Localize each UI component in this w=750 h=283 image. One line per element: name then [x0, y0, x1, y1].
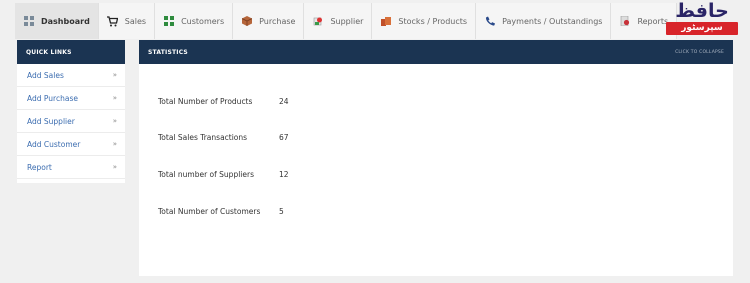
- stat-label: Total Number of Products: [158, 96, 253, 106]
- quick-links-title: QUICK LINKS: [17, 40, 125, 64]
- quick-link-label: Add Purchase: [27, 93, 78, 103]
- quick-link-add-sales[interactable]: Add Sales »: [17, 64, 125, 87]
- quick-link-label: Add Customer: [27, 139, 81, 149]
- quick-link-label: Report: [27, 162, 52, 172]
- tab-customers[interactable]: Customers: [155, 3, 234, 39]
- stat-row-customers: Total Number of Customers 5: [158, 206, 284, 216]
- reports-icon: [619, 16, 630, 27]
- tab-label: Supplier: [330, 16, 364, 26]
- tab-dashboard[interactable]: Dashboard: [15, 3, 99, 39]
- logo-title: حافظ: [675, 0, 729, 22]
- quick-link-report[interactable]: Report »: [17, 156, 125, 179]
- stat-row-sales: Total Sales Transactions 67: [158, 132, 289, 142]
- tab-label: Dashboard: [41, 16, 90, 26]
- chevron-right-icon: »: [112, 163, 117, 171]
- chevron-right-icon: »: [112, 140, 117, 148]
- store-logo[interactable]: حافظ سپرسٹور: [666, 1, 738, 35]
- phone-icon: [484, 16, 495, 27]
- chevron-right-icon: »: [112, 94, 117, 102]
- box-icon: [241, 16, 252, 27]
- supplier-icon: [312, 16, 323, 27]
- cart-icon: [106, 15, 118, 27]
- main-tabs: Dashboard Sales Customers Purchase Suppl…: [15, 3, 678, 39]
- quick-link-add-supplier[interactable]: Add Supplier »: [17, 110, 125, 133]
- chevron-right-icon: »: [112, 117, 117, 125]
- statistics-panel: STATISTICS CLICK TO COLLAPSE Total Numbe…: [139, 40, 733, 276]
- stat-label: Total Sales Transactions: [158, 132, 248, 142]
- tab-label: Payments / Outstandings: [502, 16, 603, 26]
- tab-purchase[interactable]: Purchase: [233, 3, 305, 39]
- tab-label: Sales: [124, 16, 147, 26]
- quick-link-add-customer[interactable]: Add Customer »: [17, 133, 125, 156]
- statistics-header: STATISTICS CLICK TO COLLAPSE: [139, 40, 733, 64]
- stat-label: Total number of Suppliers: [158, 169, 254, 179]
- collapse-toggle[interactable]: CLICK TO COLLAPSE: [675, 50, 724, 55]
- tab-stocks-products[interactable]: Stocks / Products: [372, 3, 477, 39]
- quick-links-panel: QUICK LINKS Add Sales » Add Purchase » A…: [17, 40, 125, 183]
- tab-label: Purchase: [259, 16, 296, 26]
- logo-subtitle: سپرسٹور: [666, 22, 738, 35]
- dashboard-grid-icon: [23, 16, 34, 27]
- stat-value: 24: [279, 96, 289, 106]
- tab-label: Customers: [181, 16, 225, 26]
- stat-row-products: Total Number of Products 24: [158, 96, 289, 106]
- tab-supplier[interactable]: Supplier: [304, 3, 373, 39]
- tab-label: Stocks / Products: [398, 16, 468, 26]
- tab-sales[interactable]: Sales: [98, 3, 156, 39]
- chevron-right-icon: »: [112, 71, 117, 79]
- statistics-title: STATISTICS: [148, 48, 188, 56]
- stat-value: 5: [279, 206, 284, 216]
- stat-label: Total Number of Customers: [158, 206, 261, 216]
- customers-icon: [163, 16, 174, 27]
- stat-value: 12: [279, 169, 289, 179]
- stat-value: 67: [279, 132, 289, 142]
- quick-link-label: Add Sales: [27, 70, 64, 80]
- stock-boxes-icon: [380, 16, 391, 27]
- tab-label: Reports: [637, 16, 669, 26]
- tab-payments-outstandings[interactable]: Payments / Outstandings: [476, 3, 612, 39]
- stat-row-suppliers: Total number of Suppliers 12: [158, 169, 289, 179]
- quick-link-label: Add Supplier: [27, 116, 75, 126]
- top-navigation-bar: Dashboard Sales Customers Purchase Suppl…: [0, 0, 750, 39]
- quick-link-add-purchase[interactable]: Add Purchase »: [17, 87, 125, 110]
